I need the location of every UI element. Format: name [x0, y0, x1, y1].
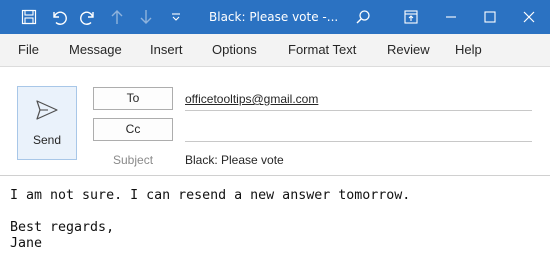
body-line: Jane — [10, 236, 43, 251]
subject-field[interactable]: Black: Please vote — [185, 151, 532, 169]
window-title: Black: Please vote -... — [209, 10, 339, 24]
to-recipient[interactable]: officetooltips@gmail.com — [185, 92, 318, 106]
up-arrow-icon[interactable] — [107, 0, 127, 34]
body-blank-line — [10, 204, 540, 220]
undo-icon[interactable] — [48, 0, 70, 34]
minimize-icon[interactable] — [436, 0, 466, 34]
close-icon[interactable] — [514, 0, 544, 34]
subject-label: Subject — [113, 153, 154, 167]
search-icon[interactable] — [352, 0, 374, 34]
save-icon[interactable] — [18, 0, 40, 34]
ribbon-tabs: File Message Insert Options Format Text … — [0, 34, 550, 67]
message-body[interactable]: I am not sure. I can resend a new answer… — [10, 188, 540, 266]
customize-toolbar-icon[interactable] — [168, 0, 184, 34]
title-bar: Black: Please vote -... — [0, 0, 550, 34]
tab-format-text[interactable]: Format Text — [288, 34, 356, 66]
send-button[interactable]: Send — [17, 86, 77, 160]
down-arrow-icon[interactable] — [136, 0, 156, 34]
tab-message[interactable]: Message — [69, 34, 122, 66]
tab-help[interactable]: Help — [455, 34, 482, 66]
body-line: I am not sure. I can resend a new answer… — [10, 188, 411, 203]
to-button[interactable]: To — [93, 87, 173, 110]
to-field[interactable]: officetooltips@gmail.com — [185, 87, 532, 111]
maximize-icon[interactable] — [475, 0, 505, 34]
ribbon-display-options-icon[interactable] — [400, 0, 422, 34]
tab-file[interactable]: File — [18, 34, 39, 66]
cc-field[interactable] — [185, 118, 532, 142]
send-label: Send — [32, 133, 62, 147]
tab-review[interactable]: Review — [387, 34, 430, 66]
header-body-divider — [0, 175, 550, 176]
send-icon — [35, 99, 59, 124]
tab-options[interactable]: Options — [212, 34, 257, 66]
redo-icon[interactable] — [77, 0, 99, 34]
tab-insert[interactable]: Insert — [150, 34, 183, 66]
body-line: Best regards, — [10, 220, 115, 235]
cc-button[interactable]: Cc — [93, 118, 173, 141]
